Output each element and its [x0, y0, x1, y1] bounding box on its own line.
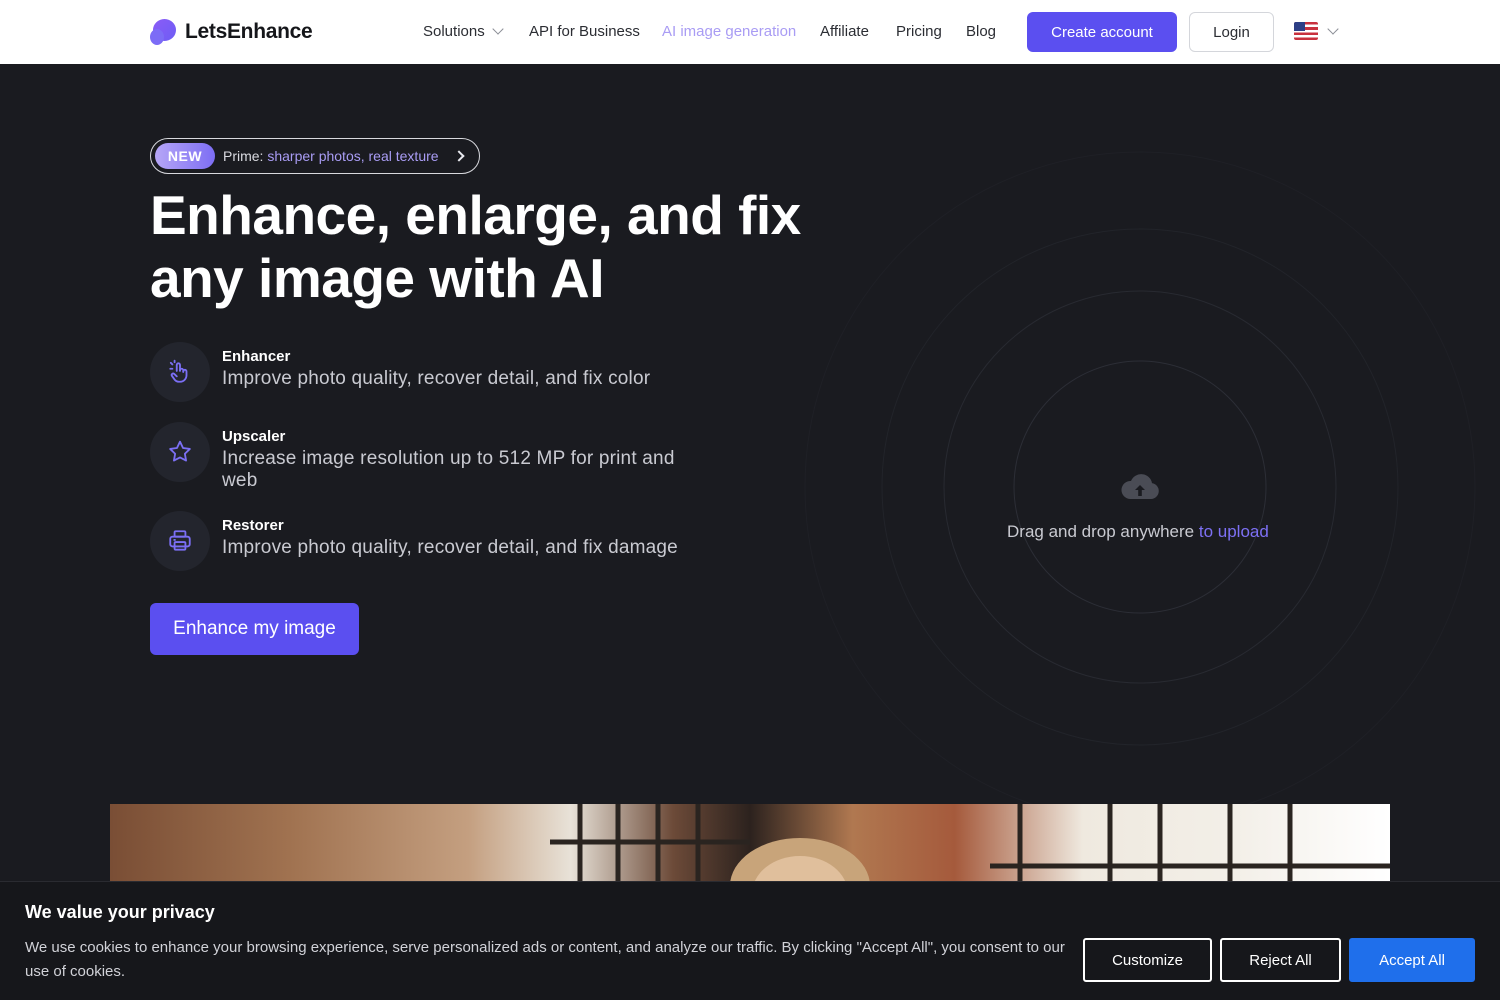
cookie-text: We use cookies to enhance your browsing … [25, 939, 1065, 980]
chevron-right-icon [453, 150, 465, 162]
nav-solutions[interactable]: Solutions [423, 23, 504, 40]
nav-ai-image-generation[interactable]: AI image generation [662, 23, 796, 40]
sample-photo [110, 804, 1390, 884]
feature-description: Improve photo quality, recover detail, a… [222, 537, 678, 558]
reject-all-button[interactable]: Reject All [1220, 938, 1341, 982]
nav-solutions-label: Solutions [423, 23, 485, 40]
hero-title-line-2: any image with AI [150, 247, 605, 309]
hand-tap-icon [150, 342, 210, 402]
cloud-upload-icon [1119, 472, 1161, 507]
star-icon [150, 422, 210, 482]
create-account-button[interactable]: Create account [1027, 12, 1177, 52]
chevron-down-icon [492, 23, 504, 35]
site-header: LetsEnhance Solutions API for Business A… [0, 0, 1500, 64]
upload-text: Drag and drop anywhere [1007, 522, 1195, 541]
upload-instructions: Drag and drop anywhere to upload [1007, 522, 1287, 542]
enhance-my-image-button[interactable]: Enhance my image [150, 603, 359, 655]
upload-link[interactable]: to upload [1199, 522, 1269, 541]
feature-title: Restorer [222, 517, 284, 534]
feature-upscaler: Upscaler Increase image resolution up to… [150, 422, 750, 492]
new-feature-badge[interactable]: NEW Prime: sharper photos, real texture [150, 138, 480, 174]
language-selector[interactable] [1294, 22, 1339, 40]
chevron-down-icon [1327, 23, 1339, 35]
us-flag-icon [1294, 22, 1318, 40]
brand-name: LetsEnhance [185, 20, 313, 43]
feature-restorer: Restorer Improve photo quality, recover … [150, 511, 750, 571]
customize-button[interactable]: Customize [1083, 938, 1212, 982]
accept-all-button[interactable]: Accept All [1349, 938, 1475, 982]
feature-title: Enhancer [222, 348, 291, 365]
feature-title: Upscaler [222, 428, 286, 445]
printer-icon [150, 511, 210, 571]
hero-title: Enhance, enlarge, and fix any image with… [150, 184, 850, 310]
nav-pricing[interactable]: Pricing [896, 23, 942, 40]
nav-blog[interactable]: Blog [966, 23, 996, 40]
nav-api-for-business[interactable]: API for Business [529, 23, 640, 40]
feature-description: Increase image resolution up to 512 MP f… [222, 448, 675, 491]
feature-description: Improve photo quality, recover detail, a… [222, 368, 651, 389]
login-button[interactable]: Login [1189, 12, 1274, 52]
badge-prefix: Prime: [223, 148, 264, 164]
cookie-consent-banner: We value your privacy We use cookies to … [0, 881, 1500, 1000]
cookie-title: We value your privacy [25, 902, 215, 922]
badge-highlight: sharper photos, real texture [267, 148, 439, 164]
new-label: NEW [155, 143, 215, 169]
logo-icon [150, 19, 176, 45]
badge-text: Prime: sharper photos, real texture [223, 148, 439, 164]
nav-affiliate[interactable]: Affiliate [820, 23, 869, 40]
brand-logo[interactable]: LetsEnhance [150, 18, 313, 46]
hero-title-line-1: Enhance, enlarge, and fix [150, 184, 801, 246]
feature-enhancer: Enhancer Improve photo quality, recover … [150, 342, 750, 402]
